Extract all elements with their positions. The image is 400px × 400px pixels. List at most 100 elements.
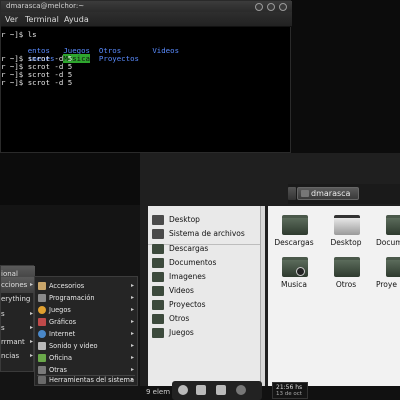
menu-item-sonido-video[interactable]: Sonido y video ▸ [35,340,137,352]
menu-item-internet[interactable]: Internet ▸ [35,328,137,340]
ls-entry: Videos [152,46,180,55]
terminal-output[interactable]: r ~]$ ls entos Juegos Otros Videos imene… [1,29,292,154]
office-icon [38,354,46,362]
folder-icon [152,300,164,310]
clock[interactable]: 21:56 hs 13 de oct [272,382,308,399]
menu-item-graficos[interactable]: Gráficos ▸ [35,316,137,328]
clock-time: 21:56 hs [276,384,303,391]
sidebar-item-descargas[interactable]: Descargas [148,242,260,256]
main-menu: ional cciones ▸ erything s ▸ s ▸ rrmant … [0,265,35,372]
menu-ver[interactable]: Ver [5,15,18,24]
menu-bar: Ver Terminal Ayuda [1,12,292,27]
menu-item-label: Internet [49,330,76,338]
menu-item-juegos[interactable]: Juegos ▸ [35,304,137,316]
sidebar-item-label: Imagenes [169,272,206,281]
folder-icon [386,257,400,277]
folder-item-descargas[interactable]: Descargas [270,210,318,252]
item-label: Proye [376,280,397,289]
menu-item[interactable]: ncias ▸ [1,348,35,364]
menu-ayuda[interactable]: Ayuda [64,15,89,24]
folder-icon [152,258,164,268]
terminal-window[interactable]: dmarasca@melchor:~ Ver Terminal Ayuda r … [0,0,292,154]
sidebar-item-label: Desktop [169,215,200,224]
menu-item-label: cciones [1,281,28,289]
terminal-line: r ~]$ scrot -d 5 [1,78,73,87]
folder-icon [334,257,360,277]
home-folder-icon [301,190,309,197]
menu-item-everything[interactable]: erything [1,291,35,307]
system-tools-icon [38,376,46,384]
folder-icon [152,272,164,282]
item-label: Docum [376,238,400,247]
folder-item-proyectos[interactable]: Proye [374,252,400,294]
submenu-arrow-icon: ▸ [130,318,134,325]
folder-icon [152,244,164,254]
menu-item-herramientas[interactable]: Herramientas del sistema ▸ [35,374,137,386]
folder-icon [152,328,164,338]
sidebar-item-documentos[interactable]: Documentos [148,256,260,270]
music-note-icon [296,267,305,276]
sidebar-item-imagenes[interactable]: Imagenes [148,270,260,284]
dock [172,381,262,400]
programming-icon [38,294,46,302]
drive-icon [152,229,164,239]
submenu-arrow-icon: ▸ [130,376,134,383]
title-bar[interactable]: dmarasca@melchor:~ [1,1,292,12]
menu-item-label: s [1,324,5,332]
sidebar-item-filesystem[interactable]: Sistema de archivos [148,227,260,241]
menu-item-label: Programación [49,294,95,302]
item-label: Musica [281,280,307,289]
window-title: dmarasca@melchor:~ [6,2,85,10]
power-icon[interactable] [236,385,246,395]
submenu-arrow-icon: ▸ [130,342,134,349]
sidebar-item-juegos[interactable]: Juegos [148,326,260,340]
menu-item-programacion[interactable]: Programación ▸ [35,292,137,304]
sidebar-item-label: Documentos [169,258,217,267]
sidebar-item-videos[interactable]: Videos [148,284,260,298]
menu-item-label: Herramientas del sistema [49,376,134,384]
files-icon[interactable] [196,385,206,395]
sidebar-item-label: Videos [169,286,194,295]
menu-item-accesorios[interactable]: Accesorios ▸ [35,280,137,292]
menu-item-label: Oficina [49,354,73,362]
grid-icon[interactable] [216,385,226,395]
submenu-arrow-icon: ▸ [130,306,134,313]
folder-icon [152,314,164,324]
item-label: Desktop [330,238,362,247]
menu-item-label: Sonido y video [49,342,98,350]
minimize-button[interactable] [255,3,263,11]
close-button[interactable] [279,3,287,11]
submenu-arrow-icon: ▸ [29,352,33,359]
folder-item-desktop[interactable]: Desktop [322,210,370,252]
submenu-arrow-icon: ▸ [130,282,134,289]
sidebar-item-desktop[interactable]: Desktop [148,213,260,227]
sidebar-item-otros[interactable]: Otros [148,312,260,326]
menu-item-oficina[interactable]: Oficina ▸ [35,352,137,364]
sidebar-item-proyectos[interactable]: Proyectos [148,298,260,312]
fedora-icon[interactable] [178,385,188,395]
sidebar-item-label: Juegos [169,328,194,337]
sidebar: Desktop Sistema de archivos Descargas Do… [148,206,260,386]
folder-item-otros[interactable]: Otros [322,252,370,294]
path-back-button[interactable] [288,187,296,200]
menu-item-label: s [1,310,5,318]
desktop-icon [152,215,164,225]
sidebar-scrollbar[interactable] [260,206,265,386]
menu-item-label: ncias [1,352,20,360]
menu-item-label: rrmant [1,338,25,346]
games-icon [38,306,46,314]
applications-submenu: Accesorios ▸ Programación ▸ Juegos ▸ Grá… [34,276,138,386]
menu-terminal[interactable]: Terminal [25,15,59,24]
submenu-arrow-icon: ▸ [130,366,134,373]
maximize-button[interactable] [267,3,275,11]
breadcrumb[interactable]: dmarasca [297,187,359,200]
clock-date: 13 de oct [276,391,302,397]
menu-item-label: Otras [49,366,67,374]
submenu-arrow-icon: ▸ [29,324,33,331]
sidebar-item-label: Sistema de archivos [169,229,245,238]
icon-view[interactable]: Descargas Desktop Docum Musica Otros Pro… [268,206,400,386]
folder-item-musica[interactable]: Musica [270,252,318,294]
sidebar-item-label: Proyectos [169,300,206,309]
folder-item-documentos[interactable]: Docum [374,210,400,252]
submenu-arrow-icon: ▸ [29,338,33,345]
